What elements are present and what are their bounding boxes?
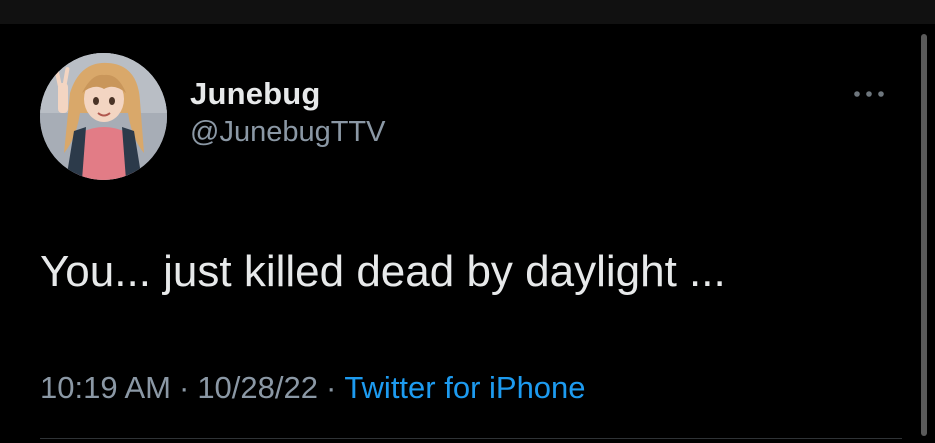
display-name[interactable]: Junebug (190, 76, 385, 112)
tweet-date[interactable]: 10/28/22 (197, 370, 318, 405)
meta-separator: · (325, 370, 337, 405)
more-options-button[interactable] (852, 86, 886, 102)
tweet-source-link[interactable]: Twitter for iPhone (344, 370, 585, 405)
more-horizontal-icon (854, 91, 884, 97)
user-handle[interactable]: @JunebugTTV (190, 114, 385, 150)
tweet: Junebug @JunebugTTV You... just killed d… (0, 24, 920, 443)
tweet-screen: Junebug @JunebugTTV You... just killed d… (0, 0, 935, 443)
top-bar (0, 0, 935, 24)
avatar-image (40, 53, 167, 180)
tweet-text: You... just killed dead by daylight ... (40, 247, 726, 296)
meta-separator: · (178, 370, 190, 405)
tweet-time[interactable]: 10:19 AM (40, 370, 171, 405)
tweet-meta: 10:19 AM · 10/28/22 · Twitter for iPhone (40, 369, 586, 407)
avatar[interactable] (40, 53, 167, 180)
scrollbar[interactable] (921, 34, 927, 436)
tweet-author[interactable]: Junebug @JunebugTTV (190, 76, 385, 150)
divider (40, 438, 902, 439)
